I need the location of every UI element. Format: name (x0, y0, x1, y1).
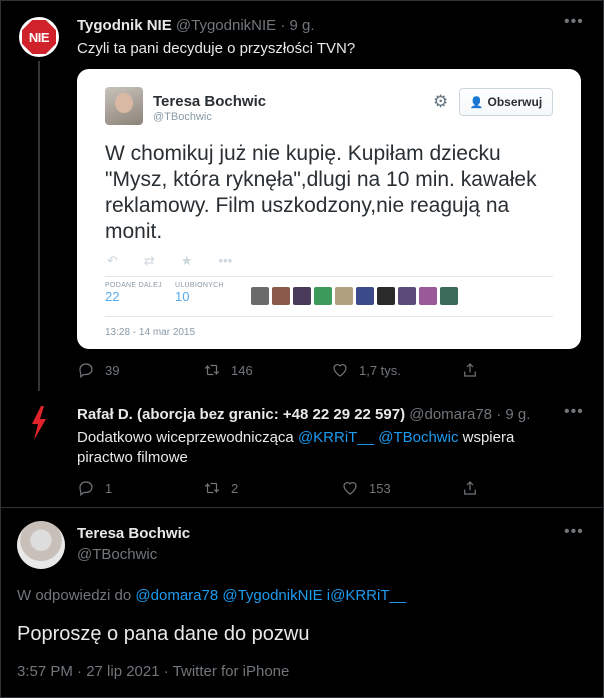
tweet2-separator: · (496, 406, 502, 423)
add-person-icon: 👤 (469, 96, 484, 109)
tweet2-text-pre: Dodatkowo wiceprzewodnicząca (77, 429, 298, 446)
follow-label: Obserwuj (487, 95, 543, 109)
divider (1, 507, 604, 508)
tweet1-share-button[interactable] (461, 361, 479, 379)
embedded-retweets-value: 22 (105, 289, 120, 304)
embedded-liker-avatars (251, 287, 458, 305)
reply-to-mentions[interactable]: @domara78 @TygodnikNIE i@KRRiT__ (135, 587, 406, 604)
tweet1-text: Czyli ta pani decyduje o przyszłości TVN… (77, 40, 356, 57)
embedded-retweet-stat: PODANE DALEJ 22 (105, 282, 162, 304)
liker-avatar (251, 287, 269, 305)
tweet2-mention-krrit[interactable]: @KRRiT__ (298, 429, 374, 446)
reply-icon (79, 363, 93, 378)
liker-avatar (272, 287, 290, 305)
liker-avatar (356, 287, 374, 305)
tweet1-retweet-button[interactable]: 146 (203, 361, 331, 379)
embedded-actions: ↶ ⇄ ★ ••• (107, 253, 232, 269)
tweet1-author-name[interactable]: Tygodnik NIE (77, 17, 172, 34)
tweet2-text: Dodatkowo wiceprzewodnicząca @KRRiT__ @T… (77, 428, 567, 468)
main-author-name-text: Teresa Bochwic (77, 525, 191, 542)
tweet1-more-icon[interactable]: ••• (564, 13, 584, 31)
main-tweet-meta[interactable]: 3:57 PM · 27 lip 2021 · Twitter for iPho… (17, 663, 289, 680)
retweet-icon (204, 482, 220, 494)
tweet1-separator: · (280, 17, 286, 34)
liker-avatar (293, 287, 311, 305)
tweet1-retweet-count: 146 (231, 362, 253, 378)
lightning-icon (32, 406, 46, 440)
embedded-likes-label: ULUBIONYCH (175, 282, 224, 289)
teresa-avatar[interactable] (17, 521, 65, 569)
tweet1-actions: 39 146 1,7 tys. (77, 361, 507, 379)
tweet2-like-count: 153 (369, 480, 391, 496)
heart-icon (343, 482, 357, 495)
tweet2-header: Rafał D. (aborcja bez granic: +48 22 29 … (77, 406, 530, 423)
liker-avatar (398, 287, 416, 305)
main-more-icon[interactable]: ••• (564, 523, 584, 541)
embedded-date: 13:28 - 14 mar 2015 (105, 327, 196, 338)
liker-avatar (335, 287, 353, 305)
share-icon (464, 363, 476, 377)
tweet1-time[interactable]: 9 g. (290, 17, 315, 34)
embedded-tweet-image[interactable]: Teresa Bochwic @TBochwic ⚙ 👤 Obserwuj W … (77, 69, 581, 349)
tygodnik-nie-avatar[interactable]: NIE (19, 17, 59, 57)
embedded-likes-value: 10 (175, 289, 190, 304)
embedded-retweet-icon: ⇄ (143, 253, 155, 268)
embedded-star-icon: ★ (180, 253, 193, 268)
tweet2-actions: 1 2 153 (77, 479, 507, 497)
embedded-avatar (105, 87, 143, 125)
liker-avatar (440, 287, 458, 305)
embedded-more-icon: ••• (218, 253, 233, 268)
gear-icon: ⚙ (433, 92, 449, 111)
main-handle[interactable]: @TBochwic (77, 546, 157, 563)
embedded-rule-top (105, 276, 553, 277)
tweet2-like-button[interactable]: 153 (341, 479, 461, 497)
main-author-name[interactable]: Teresa Bochwic (77, 525, 190, 542)
liker-avatar (377, 287, 395, 305)
embedded-follow-button: 👤 Obserwuj (459, 88, 553, 116)
embedded-handle: @TBochwic (153, 111, 212, 123)
share-icon (464, 481, 476, 495)
tweet2-retweet-button[interactable]: 2 (203, 479, 341, 497)
reply-prefix: W odpowiedzi do (17, 587, 132, 604)
tweet1-reply-button[interactable]: 39 (77, 361, 203, 379)
embedded-text: W chomikuj już nie kupię. Kupiłam dzieck… (105, 142, 537, 243)
main-tweet-text: Poproszę o pana dane do pozwu (17, 623, 310, 645)
rafal-avatar[interactable] (19, 403, 59, 443)
tweet1-like-button[interactable]: 1,7 tys. (331, 361, 461, 379)
tweet2-share-button[interactable] (461, 479, 479, 497)
retweet-icon (204, 364, 220, 376)
tweet2-author-name[interactable]: Rafał D. (aborcja bez granic: +48 22 29 … (77, 406, 405, 423)
tweet2-reply-button[interactable]: 1 (77, 479, 203, 497)
tweet2-time[interactable]: 9 g. (505, 406, 530, 423)
embedded-author-name: Teresa Bochwic (153, 93, 267, 110)
tweet2-more-icon[interactable]: ••• (564, 403, 584, 421)
tweet2-retweet-count: 2 (231, 480, 239, 496)
liker-avatar (314, 287, 332, 305)
thread-line (38, 61, 40, 391)
tweet2-mention-tbochwic[interactable]: @TBochwic (378, 429, 458, 446)
tweet1-handle[interactable]: @TygodnikNIE (176, 17, 276, 34)
tweet2-reply-count: 1 (105, 480, 113, 496)
nie-logo: NIE (22, 20, 56, 54)
tweet1-header: Tygodnik NIE @TygodnikNIE · 9 g. (77, 17, 315, 34)
embedded-likes-stat: ULUBIONYCH 10 (175, 282, 224, 304)
liker-avatar (419, 287, 437, 305)
embedded-reply-icon: ↶ (107, 253, 118, 268)
tweet2-handle[interactable]: @domara78 (409, 406, 492, 423)
reply-context: W odpowiedzi do @domara78 @TygodnikNIE i… (17, 587, 406, 604)
tweet1-reply-count: 39 (105, 362, 120, 378)
embedded-rule-bottom (105, 316, 553, 317)
embedded-retweets-label: PODANE DALEJ (105, 282, 162, 289)
reply-icon (79, 481, 93, 496)
tweet1-like-count: 1,7 tys. (359, 362, 401, 378)
heart-icon (333, 364, 347, 377)
